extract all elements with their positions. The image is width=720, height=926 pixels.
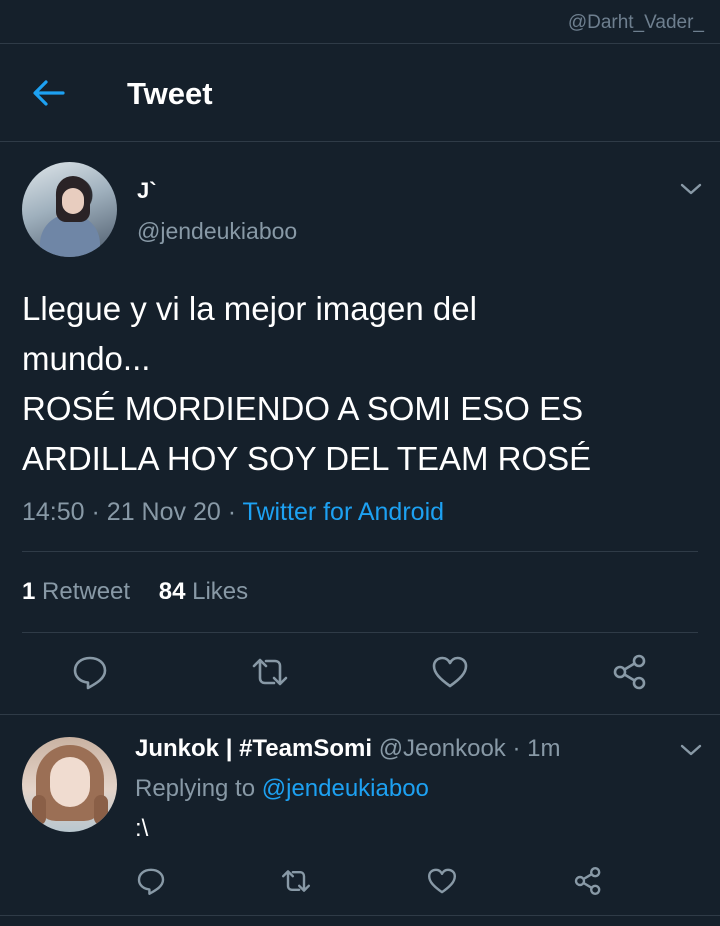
heart-icon — [428, 868, 456, 894]
reply-comment-button[interactable] — [135, 865, 167, 897]
retweets-count: 1 — [22, 578, 36, 605]
reply-button[interactable] — [70, 652, 110, 692]
comment-icon — [73, 656, 107, 690]
divider — [22, 632, 698, 633]
reply-header: Junkok | #TeamSomi @Jeonkook · 1m — [135, 735, 560, 763]
reply-author-handle[interactable]: @Jeonkook — [379, 735, 506, 762]
divider — [0, 714, 720, 715]
divider — [22, 551, 698, 552]
replying-to: Replying to @jendeukiaboo — [135, 775, 429, 803]
arrow-left-icon — [33, 80, 65, 106]
author-name[interactable]: J` — [137, 178, 157, 204]
avatar[interactable] — [22, 162, 117, 257]
reply-text: :\ — [135, 815, 149, 842]
tweet-actions — [0, 652, 720, 712]
meta-separator: · — [505, 735, 528, 762]
reply-time: 1m — [527, 735, 561, 762]
tweet-source-link[interactable]: Twitter for Android — [243, 498, 444, 526]
tweet-menu-button[interactable] — [680, 182, 702, 196]
avatar-face — [62, 188, 84, 214]
avatar-braid — [94, 795, 108, 825]
tweet-text: Llegue y vi la mejor imagen del mundo...… — [22, 290, 592, 477]
replying-prefix: Replying to — [135, 775, 256, 802]
reply-share-button[interactable] — [572, 865, 604, 897]
likes-count: 84 — [158, 578, 186, 605]
retweets-label: Retweet — [42, 578, 131, 605]
divider — [0, 915, 720, 916]
watermark: @Darht_Vader_ — [567, 12, 704, 33]
app-header: Tweet — [0, 44, 720, 142]
retweets-stat[interactable]: 1 Retweet — [22, 578, 130, 605]
reply-like-button[interactable] — [426, 865, 458, 897]
likes-label: Likes — [192, 578, 249, 605]
tweet-date: 21 Nov 20 — [106, 498, 221, 526]
chevron-down-icon — [680, 183, 702, 195]
avatar-braid — [32, 795, 46, 825]
tweet-meta: 14:50 · 21 Nov 20 · Twitter for Android — [22, 498, 444, 527]
replying-to-link[interactable]: @jendeukiaboo — [262, 775, 429, 802]
reply-author-name[interactable]: Junkok | #TeamSomi — [135, 735, 372, 762]
author-handle[interactable]: @jendeukiaboo — [137, 218, 297, 245]
share-button[interactable] — [610, 652, 650, 692]
retweet-button[interactable] — [250, 652, 290, 692]
retweet-icon — [252, 658, 288, 686]
reply-actions — [0, 865, 720, 905]
likes-stat[interactable]: 84 Likes — [159, 578, 248, 605]
heart-icon — [432, 656, 468, 688]
meta-separator: · — [91, 498, 107, 526]
share-icon — [613, 654, 646, 690]
share-icon — [574, 867, 601, 895]
page-title: Tweet — [127, 76, 213, 111]
like-button[interactable] — [430, 652, 470, 692]
retweet-icon — [282, 870, 310, 892]
reply-menu-button[interactable] — [680, 743, 702, 757]
avatar-face — [50, 757, 90, 807]
reply-retweet-button[interactable] — [280, 865, 312, 897]
tweet-time: 14:50 — [22, 498, 85, 526]
reply-avatar[interactable] — [22, 737, 117, 832]
back-button[interactable] — [30, 78, 66, 108]
meta-separator: · — [227, 498, 243, 526]
chevron-down-icon — [680, 744, 702, 756]
tweet-stats: 1 Retweet 84 Likes — [22, 578, 270, 606]
comment-icon — [137, 868, 165, 895]
